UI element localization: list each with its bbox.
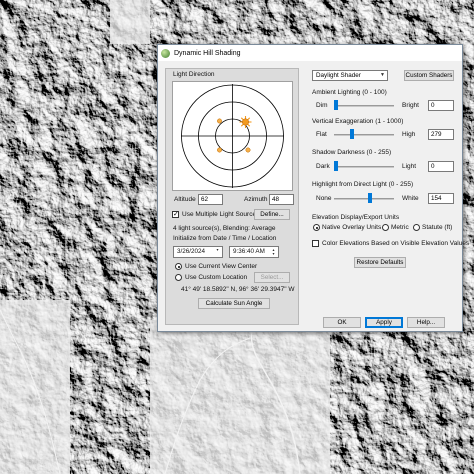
- light-direction-title: Light Direction: [173, 71, 215, 78]
- use-view-center-label[interactable]: Use Current View Center: [185, 263, 257, 270]
- multiple-lights-checkbox[interactable]: [172, 210, 179, 218]
- date-picker[interactable]: 3/26/2024 ▾: [173, 246, 223, 258]
- location-coordinates: 41° 49' 18.5892" N, 96° 36' 29.3947" W: [181, 286, 295, 293]
- vertical-input[interactable]: 279: [428, 129, 454, 140]
- ambient-lighting-label: Ambient Lighting (0 - 100): [312, 89, 387, 96]
- help-button[interactable]: Help...: [407, 317, 445, 328]
- unit-statute-label[interactable]: Statute (ft): [422, 224, 452, 231]
- unit-metric-radio[interactable]: [382, 224, 389, 231]
- time-picker[interactable]: 9:36:40 AM ▴ ▾: [229, 246, 279, 258]
- ambient-input[interactable]: 0: [428, 100, 454, 111]
- vertical-exaggeration-label: Vertical Exaggeration (1 - 1000): [312, 118, 404, 125]
- light-source-3-icon[interactable]: [245, 147, 251, 153]
- shadow-slider-track[interactable]: [334, 166, 394, 168]
- units-label: Elevation Display/Export Units: [312, 214, 400, 221]
- custom-shaders-button[interactable]: Custom Shaders: [404, 70, 454, 81]
- light-direction-panel: Light Direction Altitude 62 Azimuth 48 ✓…: [165, 68, 299, 325]
- calendar-dropdown-icon[interactable]: ▾: [214, 248, 221, 256]
- altitude-input[interactable]: 62: [198, 194, 223, 205]
- color-elevations-checkbox[interactable]: [312, 240, 319, 247]
- vertical-slider-track[interactable]: [334, 134, 394, 136]
- highlight-min-label: None: [316, 195, 332, 202]
- unit-native-label[interactable]: Native Overlay Units: [322, 224, 381, 231]
- initialize-from-label: Initialize from Date / Time / Location: [173, 235, 277, 242]
- highlight-slider-track[interactable]: [334, 198, 394, 200]
- altitude-label: Altitude: [174, 196, 196, 203]
- title-bar[interactable]: Dynamic Hill Shading: [158, 45, 462, 61]
- time-spinner-icon[interactable]: ▴ ▾: [270, 248, 277, 256]
- ambient-max-label: Bright: [402, 102, 419, 109]
- unit-metric-label[interactable]: Metric: [391, 224, 409, 231]
- light-source-markers[interactable]: [217, 116, 252, 153]
- highlight-max-label: White: [402, 195, 419, 202]
- color-elevations-label[interactable]: Color Elevations Based on Visible Elevat…: [322, 240, 469, 247]
- hill-shading-dialog: Dynamic Hill Shading Light Direction Alt…: [157, 44, 469, 332]
- restore-defaults-button[interactable]: Restore Defaults: [354, 257, 406, 268]
- light-sources-info: 4 light source(s), Blending: Average: [173, 225, 276, 232]
- vertical-slider-thumb[interactable]: [349, 129, 354, 139]
- ambient-slider-thumb[interactable]: [334, 100, 338, 110]
- shadow-max-label: Light: [402, 163, 417, 170]
- azimuth-label: Azimuth: [244, 196, 268, 203]
- multiple-lights-label[interactable]: Use Multiple Light Sources: [182, 211, 259, 218]
- highlight-input[interactable]: 154: [428, 193, 454, 204]
- vertical-min-label: Flat: [316, 131, 327, 138]
- vertical-max-label: High: [402, 131, 416, 138]
- highlight-slider-thumb[interactable]: [367, 193, 372, 203]
- shadow-input[interactable]: 0: [428, 161, 454, 172]
- apply-button[interactable]: Apply: [365, 317, 403, 328]
- use-custom-location-radio[interactable]: [175, 274, 182, 281]
- use-custom-location-label[interactable]: Use Custom Location: [185, 274, 247, 281]
- ok-button[interactable]: OK: [323, 317, 361, 328]
- ambient-min-label: Dim: [316, 102, 328, 109]
- light-source-2-icon[interactable]: [217, 147, 222, 153]
- app-globe-icon: [161, 48, 170, 58]
- shader-select[interactable]: Daylight Shader ▼: [312, 70, 388, 81]
- shadow-slider-thumb[interactable]: [334, 161, 338, 171]
- light-direction-compass[interactable]: [172, 81, 293, 191]
- select-location-button[interactable]: Select...: [254, 272, 290, 283]
- shader-selected-value: Daylight Shader: [316, 72, 361, 79]
- shadow-min-label: Dark: [316, 163, 330, 170]
- sun-icon[interactable]: [239, 116, 252, 128]
- dialog-title: Dynamic Hill Shading: [174, 49, 241, 57]
- time-value: 9:36:40 AM: [233, 248, 265, 255]
- azimuth-input[interactable]: 48: [269, 194, 294, 205]
- unit-statute-radio[interactable]: [413, 224, 420, 231]
- use-view-center-radio[interactable]: [175, 263, 182, 270]
- ambient-slider-track[interactable]: [334, 105, 394, 107]
- shadow-darkness-label: Shadow Darkness (0 - 255): [312, 149, 392, 156]
- highlight-label: Highlight from Direct Light (0 - 255): [312, 181, 414, 188]
- unit-native-radio[interactable]: [313, 224, 320, 231]
- chevron-down-icon: ▼: [380, 72, 385, 78]
- dialog-body: Light Direction Altitude 62 Azimuth 48 ✓…: [161, 62, 469, 330]
- compass-graphic[interactable]: [173, 82, 292, 190]
- calculate-sun-angle-button[interactable]: Calculate Sun Angle: [198, 298, 270, 309]
- date-value: 3/26/2024: [177, 248, 206, 255]
- shader-settings-panel: Daylight Shader ▼ Custom Shaders Ambient…: [304, 68, 469, 312]
- define-button[interactable]: Define...: [254, 209, 290, 220]
- light-source-1-icon[interactable]: [217, 118, 222, 124]
